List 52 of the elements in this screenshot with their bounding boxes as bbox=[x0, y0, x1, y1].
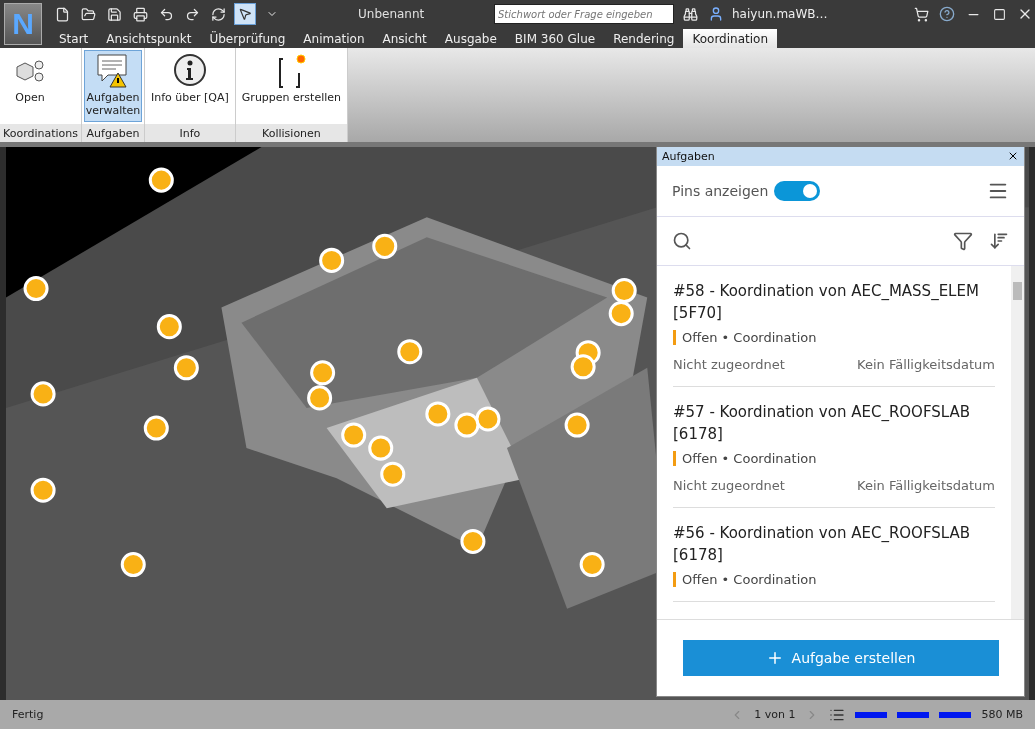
task-title: #56 - Koordination von AEC_ROOFSLAB [6178] bbox=[673, 523, 972, 566]
search-field[interactable]: Stichwort oder Frage eingeben bbox=[494, 4, 674, 24]
status-text: Fertig bbox=[12, 708, 44, 721]
create-task-button[interactable]: Aufgabe erstellen bbox=[682, 640, 999, 676]
task-assignee: Nicht zugeordnet bbox=[673, 357, 785, 372]
comment-warning-icon bbox=[96, 53, 130, 89]
task-due-date: Kein Fälligkeitsdatum bbox=[857, 478, 995, 493]
help-icon[interactable] bbox=[937, 4, 957, 24]
scrollbar[interactable] bbox=[1011, 266, 1024, 619]
toggle-label: Pins anzeigen bbox=[672, 183, 769, 199]
task-item[interactable]: #58 - Koordination von AEC_MASS_ELEM [5F70] Offen • Coordination Nicht zugeordnet Kein Fälligkeitsdatum bbox=[673, 266, 995, 387]
ribbon-tab[interactable]: Animation bbox=[294, 29, 374, 48]
ribbon-button[interactable]: Gruppen erstellen bbox=[237, 50, 345, 122]
pins-toggle[interactable] bbox=[774, 181, 821, 201]
task-title: #57 - Koordination von AEC_ROOFSLAB [6178] bbox=[673, 402, 972, 445]
window-title: Unbenannt bbox=[358, 7, 426, 21]
task-due-date: Kein Fälligkeitsdatum bbox=[857, 357, 995, 372]
ribbon-button[interactable]: Info über [QA] bbox=[147, 50, 233, 122]
page-indicator: 1 von 1 bbox=[754, 708, 796, 721]
status-marker bbox=[673, 451, 676, 466]
group-label: Koordinations bbox=[0, 124, 81, 142]
group-label: Aufgaben bbox=[82, 124, 144, 142]
group-label: Info bbox=[145, 124, 235, 142]
memory-usage: 580 MB bbox=[981, 708, 1023, 721]
task-item[interactable]: #57 - Koordination von AEC_ROOFSLAB [6178] Offen • Coordination Nicht zugeordnet Kein Fälligkeitsdatum bbox=[673, 387, 995, 508]
task-status: Offen • Coordination bbox=[682, 451, 817, 466]
ribbon-button[interactable]: Aufgaben verwalten bbox=[84, 50, 142, 122]
task-status: Offen • Coordination bbox=[682, 572, 817, 587]
close-icon[interactable] bbox=[1007, 150, 1019, 162]
ribbon-tab[interactable]: BIM 360 Glue bbox=[505, 29, 605, 48]
panel-title: Aufgaben bbox=[662, 149, 715, 163]
user-name[interactable]: haiyun.maWB… bbox=[732, 7, 828, 21]
select-pointer-icon[interactable] bbox=[234, 3, 256, 25]
ribbon-tab[interactable]: Überprüfung bbox=[200, 29, 295, 48]
task-assignee: Nicht zugeordnet bbox=[673, 478, 785, 493]
status-marker bbox=[673, 330, 676, 345]
sort-icon[interactable] bbox=[989, 231, 1009, 251]
ribbon-tab[interactable]: Koordination bbox=[683, 29, 777, 48]
ribbon-button[interactable]: Open bbox=[2, 50, 58, 122]
ribbon-tab[interactable]: Ansicht bbox=[373, 29, 436, 48]
ribbon-tab[interactable]: Rendering bbox=[604, 29, 684, 48]
task-item[interactable]: #56 - Koordination von AEC_ROOFSLAB [6178] Offen • Coordination bbox=[673, 508, 995, 602]
group-label: Kollisionen bbox=[235, 124, 347, 142]
info-icon bbox=[172, 53, 207, 89]
ribbon-tab[interactable]: Ausgabe bbox=[435, 29, 506, 48]
filter-icon[interactable] bbox=[953, 231, 973, 251]
search-icon[interactable] bbox=[672, 231, 692, 251]
task-title: #58 - Koordination von AEC_MASS_ELEM [5F70] bbox=[673, 281, 980, 324]
ribbon-tab[interactable]: Start bbox=[50, 29, 98, 48]
status-marker bbox=[673, 572, 676, 587]
task-status: Offen • Coordination bbox=[682, 330, 817, 345]
ribbon-tab[interactable]: Ansichtspunkt bbox=[97, 29, 201, 48]
